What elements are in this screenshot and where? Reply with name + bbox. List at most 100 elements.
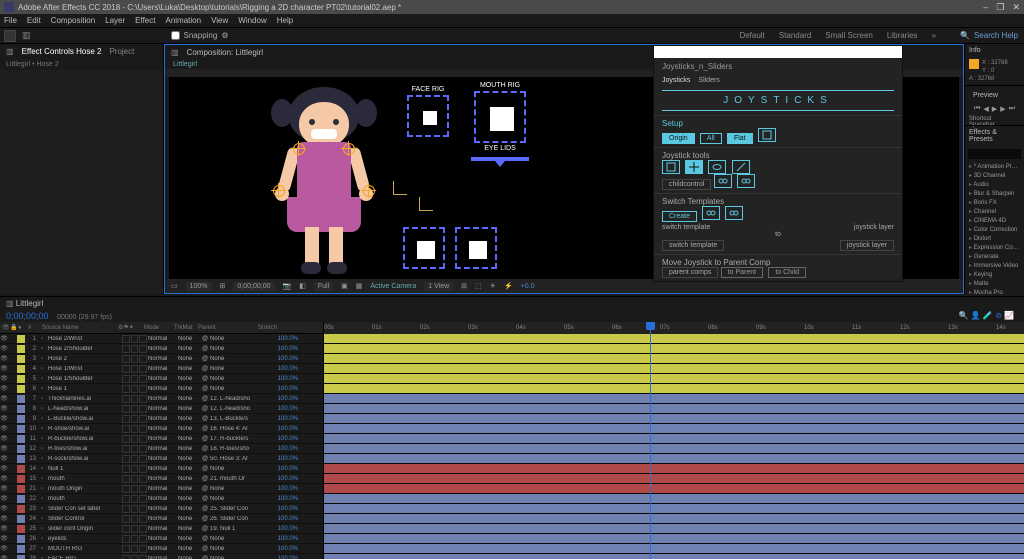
preview-next-icon[interactable]: ▶ <box>1000 105 1005 113</box>
layer-visibility-icon[interactable]: 👁 <box>0 475 8 482</box>
layer-switches[interactable] <box>122 425 148 433</box>
layer-name[interactable]: Null 1 <box>46 466 122 472</box>
timeline-layer-row[interactable]: 👁12▫R-toes/show.aiNormalNone@18. R-toes/… <box>0 444 323 454</box>
layer-stretch[interactable]: 100.0% <box>270 426 298 432</box>
viewer-3d-icon[interactable]: ⬚ <box>475 282 482 290</box>
tab-project[interactable]: Project <box>109 47 134 56</box>
layer-visibility-icon[interactable]: 👁 <box>0 555 8 559</box>
window-minimize[interactable]: – <box>983 2 988 13</box>
timeline-layer-row[interactable]: 👁1▫Hose 2/WristNormalNone@None100.0% <box>0 334 323 344</box>
layer-switches[interactable] <box>122 365 148 373</box>
layer-switches[interactable] <box>122 415 148 423</box>
preview-last-icon[interactable]: ⏭ <box>1009 105 1015 113</box>
layer-trkmat[interactable]: None <box>178 536 202 542</box>
layer-visibility-icon[interactable]: 👁 <box>0 435 8 442</box>
search-help-label[interactable]: Search Help <box>974 31 1018 40</box>
timeline-track-bar[interactable] <box>324 534 1024 544</box>
layer-mode[interactable]: Normal <box>148 486 178 492</box>
layer-visibility-icon[interactable]: 👁 <box>0 365 8 372</box>
effects-category[interactable]: Boris FX <box>965 198 1024 207</box>
layer-name[interactable]: mouth <box>46 476 122 482</box>
layer-color-swatch[interactable] <box>17 335 25 343</box>
menu-composition[interactable]: Composition <box>51 16 95 25</box>
layer-mode[interactable]: Normal <box>148 546 178 552</box>
joystick-template-b[interactable] <box>455 227 497 269</box>
layer-parent-pickwhip-icon[interactable]: @ <box>202 526 210 532</box>
workspace-default[interactable]: Default <box>739 31 764 40</box>
layer-parent[interactable]: None <box>210 466 270 472</box>
layer-parent[interactable]: None <box>210 336 270 342</box>
layer-parent[interactable]: 16. Hose 4: Ar <box>210 426 270 432</box>
layer-parent-pickwhip-icon[interactable]: @ <box>202 396 210 402</box>
mouth-rig-joystick[interactable] <box>490 107 514 131</box>
layer-name[interactable]: MOUTH RIG <box>46 546 122 552</box>
layer-visibility-icon[interactable]: 👁 <box>0 485 8 492</box>
timeline-track-bar[interactable] <box>324 484 1024 494</box>
effects-category[interactable]: Blur & Sharpen <box>965 189 1024 198</box>
layer-switches[interactable] <box>122 485 148 493</box>
timeline-tab[interactable]: Littlegirl <box>16 299 44 308</box>
layer-parent-pickwhip-icon[interactable]: @ <box>202 436 210 442</box>
viewer-camera[interactable]: Active Camera <box>370 283 416 290</box>
layer-stretch[interactable]: 100.0% <box>270 416 298 422</box>
joysticks-tab-joysticks[interactable]: Joysticks <box>662 77 690 84</box>
timeline-layer-row[interactable]: 👁23▫Slider Con set labelNormalNone@25. S… <box>0 504 323 514</box>
layer-switches[interactable] <box>122 515 148 523</box>
timeline-track-bar[interactable] <box>324 514 1024 524</box>
layer-stretch[interactable]: 100.0% <box>270 516 298 522</box>
effects-category[interactable]: 3D Channel <box>965 171 1024 180</box>
tool-square-icon[interactable] <box>662 160 680 174</box>
viewer-roi-icon[interactable]: ▣ <box>341 282 348 290</box>
layer-color-swatch[interactable] <box>17 405 25 413</box>
eyelids-slider-tri[interactable] <box>495 161 505 167</box>
layer-color-swatch[interactable] <box>17 555 25 559</box>
layer-color-swatch[interactable] <box>17 435 25 443</box>
layer-stretch[interactable]: 100.0% <box>270 476 298 482</box>
layer-stretch[interactable]: 100.0% <box>270 526 298 532</box>
menu-file[interactable]: File <box>4 16 17 25</box>
layer-mode[interactable]: Normal <box>148 536 178 542</box>
timeline-fx-icon[interactable]: 🧪 <box>983 311 993 320</box>
layer-visibility-icon[interactable]: 👁 <box>0 425 8 432</box>
timeline-track-bar[interactable] <box>324 344 1024 354</box>
info-panel-title[interactable]: Info <box>965 44 1024 57</box>
layer-trkmat[interactable]: None <box>178 436 202 442</box>
workspace-standard[interactable]: Standard <box>779 31 811 40</box>
effects-category[interactable]: Matte <box>965 279 1024 288</box>
layer-mode[interactable]: Normal <box>148 376 178 382</box>
parent-comps-dropdown[interactable]: parent comps <box>662 267 718 278</box>
menu-view[interactable]: View <box>211 16 228 25</box>
timeline-track-bar[interactable] <box>324 544 1024 554</box>
viewer-zoom-icon[interactable]: ▭ <box>171 282 178 290</box>
layer-trkmat[interactable]: None <box>178 406 202 412</box>
timeline-layer-row[interactable]: 👁8▫L-head/show.aiNormalNone@12. L-head/s… <box>0 404 323 414</box>
timeline-track-bar[interactable] <box>324 374 1024 384</box>
layer-mode[interactable]: Normal <box>148 446 178 452</box>
link-b-icon[interactable] <box>737 174 755 188</box>
layer-mode[interactable]: Normal <box>148 366 178 372</box>
layer-mode[interactable]: Normal <box>148 386 178 392</box>
viewer-exposure-icon[interactable]: ☀ <box>490 282 496 290</box>
project-panel-icon[interactable]: ▥ <box>22 30 31 41</box>
layer-switches[interactable] <box>122 405 148 413</box>
layer-parent[interactable]: None <box>210 346 270 352</box>
timeline-layer-row[interactable]: 👁11▫R-buckle/show.aiNormalNone@17. R-buc… <box>0 434 323 444</box>
layer-visibility-icon[interactable]: 👁 <box>0 445 8 452</box>
viewer-transparency-icon[interactable]: ▦ <box>356 282 363 290</box>
timeline-layer-row[interactable]: 👁2▫Hose 2/ShoulderNormalNone@None100.0% <box>0 344 323 354</box>
workspace-more-icon[interactable]: » <box>932 31 936 40</box>
layer-name[interactable]: FACE RIG <box>46 556 122 559</box>
layer-parent[interactable]: None <box>210 366 270 372</box>
layer-parent[interactable]: 17. R-buckle/s <box>210 436 270 442</box>
layer-color-swatch[interactable] <box>17 515 25 523</box>
tool-cross-icon[interactable] <box>685 160 703 174</box>
viewer-panel-icon[interactable]: ▥ <box>171 48 179 57</box>
layer-mode[interactable]: Normal <box>148 466 178 472</box>
layer-mode[interactable]: Normal <box>148 346 178 352</box>
layer-color-swatch[interactable] <box>17 455 25 463</box>
timeline-panel-icon[interactable]: ▥ <box>6 299 14 308</box>
layer-color-swatch[interactable] <box>17 415 25 423</box>
viewer-channels-icon[interactable]: ◧ <box>299 282 306 290</box>
effects-category[interactable]: * Animation Presets <box>965 162 1024 171</box>
layer-name[interactable]: mouth Origin <box>46 486 122 492</box>
